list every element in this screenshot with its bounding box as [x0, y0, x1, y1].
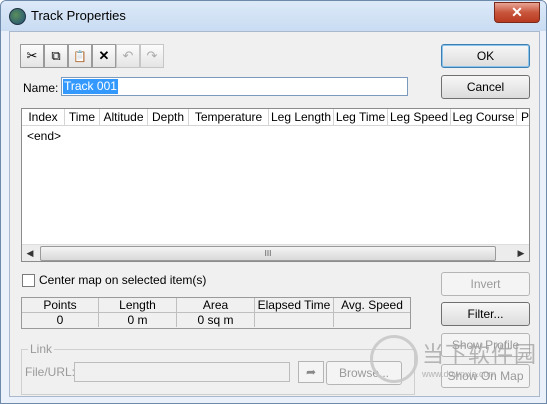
- paste-icon: 📋: [73, 51, 87, 63]
- column-header[interactable]: Leg Time: [334, 109, 388, 126]
- column-header[interactable]: Leg Course: [451, 109, 517, 126]
- redo-button[interactable]: ↷: [140, 44, 164, 68]
- horizontal-scrollbar[interactable]: ◀ III ▶: [22, 244, 529, 261]
- table-row[interactable]: <end>: [27, 129, 61, 143]
- arrow-icon: ➦: [305, 365, 317, 379]
- stats-header: Area: [177, 298, 255, 313]
- copy-button[interactable]: ⧉: [44, 44, 68, 68]
- stats-header: Points: [22, 298, 99, 313]
- column-header[interactable]: Depth: [148, 109, 189, 126]
- elapsed-time-value: [255, 313, 334, 327]
- dialog-body: ✂ ⧉ 📋 ✕ ↶ ↷ OK Cancel Name: Track 001 In…: [9, 31, 540, 397]
- center-map-checkbox[interactable]: [22, 274, 35, 287]
- link-legend: Link: [28, 342, 55, 356]
- area-value: 0 sq m: [177, 313, 255, 327]
- show-on-map-button[interactable]: Show On Map: [441, 364, 530, 388]
- length-value: 0 m: [99, 313, 177, 327]
- paste-button[interactable]: 📋: [68, 44, 92, 68]
- browse-button[interactable]: Browse...: [326, 361, 402, 385]
- track-properties-window: Track Properties ✕ ✂ ⧉ 📋 ✕ ↶ ↷ OK Cancel…: [0, 0, 547, 404]
- ok-button[interactable]: OK: [441, 44, 530, 68]
- stats-header: Avg. Speed: [334, 298, 410, 313]
- link-group: Link File/URL: ➦ Browse...: [21, 342, 415, 395]
- column-header[interactable]: Index: [22, 109, 65, 126]
- file-url-input[interactable]: [74, 362, 290, 382]
- file-url-label: File/URL:: [25, 365, 76, 379]
- points-value: 0: [22, 313, 99, 327]
- column-header[interactable]: Leg Speed: [388, 109, 451, 126]
- copy-icon: ⧉: [51, 48, 61, 63]
- column-header[interactable]: Altitude: [100, 109, 148, 126]
- undo-icon: ↶: [122, 48, 134, 63]
- name-label: Name:: [23, 81, 59, 95]
- scroll-left-arrow[interactable]: ◀: [24, 247, 36, 259]
- track-statistics: Points Length Area Elapsed Time Avg. Spe…: [21, 297, 411, 329]
- close-button[interactable]: ✕: [494, 2, 540, 23]
- globe-icon: [9, 8, 26, 25]
- filter-button[interactable]: Filter...: [441, 302, 530, 326]
- scroll-thumb[interactable]: III: [40, 246, 496, 261]
- redo-icon: ↷: [146, 48, 158, 63]
- cancel-button[interactable]: Cancel: [441, 75, 530, 99]
- stats-header: Length: [99, 298, 177, 313]
- column-header[interactable]: Leg Length: [269, 109, 334, 126]
- delete-icon: ✕: [98, 48, 110, 63]
- window-title: Track Properties: [31, 8, 126, 23]
- cut-button[interactable]: ✂: [20, 44, 44, 68]
- stats-header: Elapsed Time: [255, 298, 334, 313]
- center-map-label: Center map on selected item(s): [39, 273, 207, 287]
- scissors-icon: ✂: [26, 48, 38, 63]
- track-points-table[interactable]: Index Time Altitude Depth Temperature Le…: [21, 108, 530, 262]
- go-link-button[interactable]: ➦: [298, 361, 324, 383]
- scroll-right-arrow[interactable]: ▶: [515, 247, 527, 259]
- delete-button[interactable]: ✕: [92, 44, 116, 68]
- avg-speed-value: [334, 313, 410, 327]
- title-bar[interactable]: Track Properties ✕: [1, 1, 546, 31]
- name-value: Track 001: [63, 79, 118, 94]
- name-input[interactable]: Track 001: [61, 77, 408, 96]
- show-profile-button[interactable]: Show Profile: [441, 333, 530, 357]
- column-header[interactable]: Time: [65, 109, 100, 126]
- column-header[interactable]: Temperature: [189, 109, 269, 126]
- undo-button[interactable]: ↶: [116, 44, 140, 68]
- invert-button[interactable]: Invert: [441, 272, 530, 296]
- column-header[interactable]: Pos: [517, 109, 529, 126]
